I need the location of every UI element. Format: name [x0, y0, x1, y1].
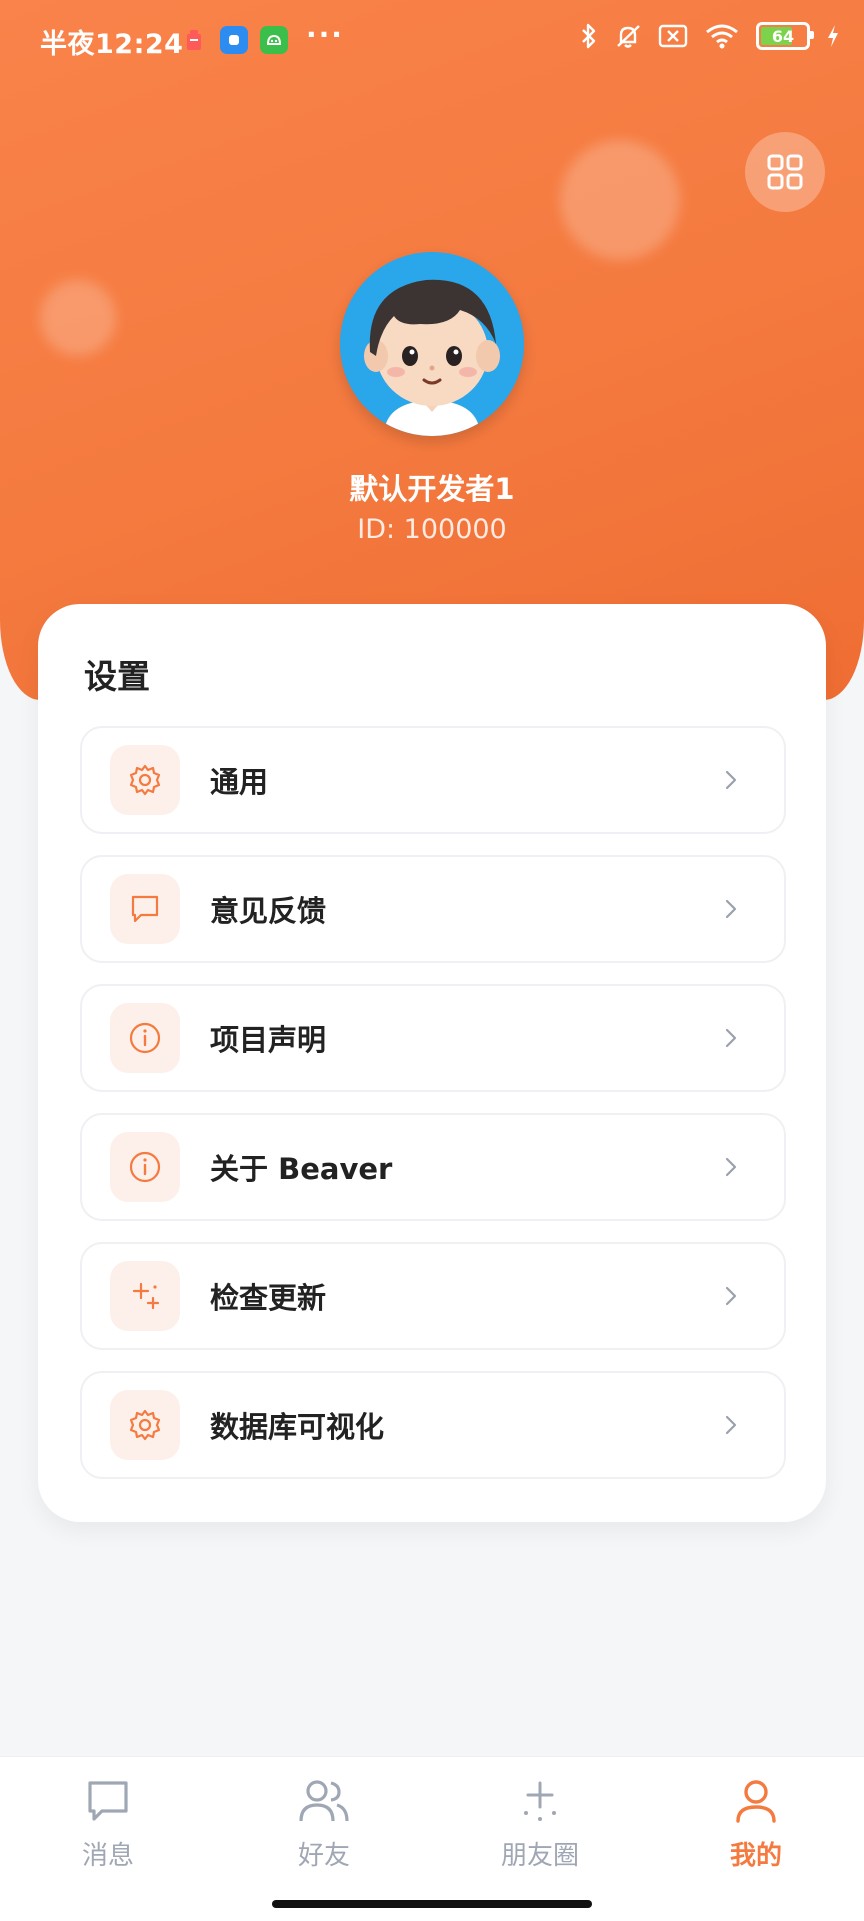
- tab-friends[interactable]: 好友: [216, 1757, 432, 1877]
- mute-bell-icon: [617, 25, 640, 48]
- menu-item-label: 检查更新: [210, 1281, 327, 1315]
- avatar-image: [340, 252, 524, 436]
- menu-item-label: 通用: [210, 765, 269, 799]
- chevron-right-icon: [725, 899, 737, 919]
- grid-menu-button[interactable]: [745, 132, 825, 212]
- menu-item-label: 关于 Beaver: [210, 1152, 393, 1186]
- grid-icon: [767, 154, 803, 190]
- wifi-icon: [706, 24, 738, 49]
- users-icon: [299, 1780, 349, 1822]
- battery-icon: 64: [756, 22, 814, 50]
- profile-header: 半夜12:24 ··· 64 默认开发者1 ID: 100000: [0, 0, 864, 700]
- app-notification-icon: [220, 26, 248, 54]
- chevron-right-icon: [725, 1028, 737, 1048]
- status-time: 半夜12:24: [40, 29, 184, 60]
- bottom-tab-bar: 消息 好友 朋友圈 我的: [0, 1756, 864, 1921]
- status-bar: 半夜12:24 ··· 64: [0, 0, 864, 82]
- chevron-right-icon: [725, 1286, 737, 1306]
- bluetooth-icon: [582, 23, 596, 49]
- tab-me[interactable]: 我的: [648, 1757, 864, 1877]
- avatar[interactable]: [340, 252, 524, 436]
- profile-name: 默认开发者1: [349, 472, 515, 506]
- info-icon: [110, 1003, 180, 1073]
- menu-item-label: 项目声明: [210, 1023, 327, 1057]
- chevron-right-icon: [725, 1415, 737, 1435]
- menu-item-about[interactable]: 关于 Beaver: [80, 1113, 786, 1221]
- user-icon: [736, 1780, 776, 1823]
- menu-item-database-visualization[interactable]: 数据库可视化: [80, 1371, 786, 1479]
- menu-item-project-statement[interactable]: 项目声明: [80, 984, 786, 1092]
- android-notification-icon: [260, 26, 288, 54]
- tab-label: 我的: [729, 1841, 782, 1871]
- home-indicator[interactable]: [272, 1900, 592, 1908]
- menu-item-feedback[interactable]: 意见反馈: [80, 855, 786, 963]
- profile-id: ID: 100000: [357, 514, 507, 545]
- sparkle-icon: [110, 1261, 180, 1331]
- gear-icon: [110, 745, 180, 815]
- system-icons: 64: [580, 22, 840, 50]
- menu-item-check-update[interactable]: 检查更新: [80, 1242, 786, 1350]
- notification-icon: [180, 26, 208, 54]
- sparkle-icon: [524, 1781, 556, 1821]
- settings-menu: 通用 意见反馈 项目声明 关于 Beaver 检查更新 数据库可视化: [80, 726, 786, 1500]
- battery-level: 64: [771, 26, 795, 46]
- more-notifications-icon: ···: [306, 18, 344, 51]
- menu-item-general[interactable]: 通用: [80, 726, 786, 834]
- tab-label: 朋友圈: [500, 1841, 579, 1871]
- menu-item-label: 意见反馈: [210, 894, 327, 928]
- tab-label: 消息: [81, 1841, 134, 1871]
- gear-icon: [110, 1390, 180, 1460]
- tab-label: 好友: [297, 1841, 350, 1871]
- message-icon: [110, 874, 180, 944]
- chevron-right-icon: [725, 770, 737, 790]
- settings-card: 设置 通用 意见反馈 项目声明 关于 Beaver 检查更新 数据库可视化: [38, 604, 826, 1522]
- sim-off-icon: [658, 24, 688, 48]
- chat-icon: [88, 1781, 128, 1821]
- chevron-right-icon: [725, 1157, 737, 1177]
- settings-title: 设置: [84, 657, 150, 696]
- charging-icon: [828, 25, 838, 47]
- info-icon: [110, 1132, 180, 1202]
- tab-moments[interactable]: 朋友圈: [432, 1757, 648, 1877]
- tab-messages[interactable]: 消息: [0, 1757, 216, 1877]
- menu-item-label: 数据库可视化: [210, 1410, 385, 1444]
